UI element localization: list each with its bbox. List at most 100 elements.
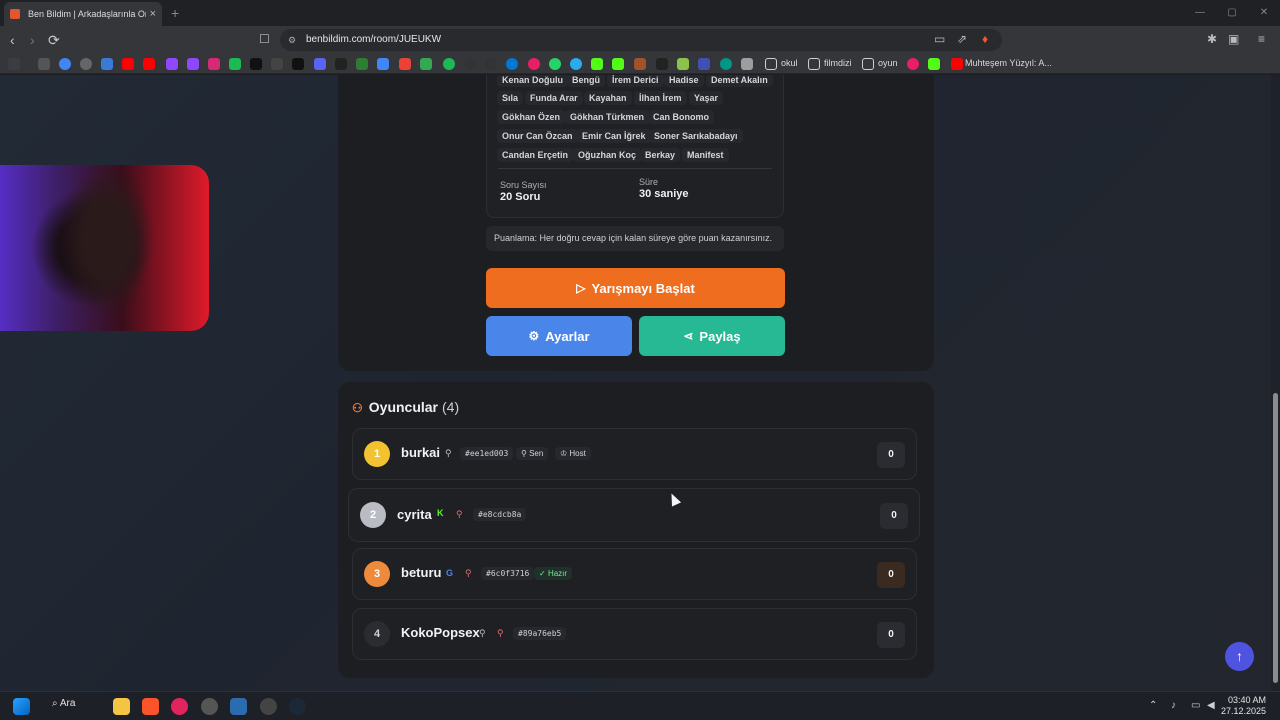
kick-2-icon[interactable] xyxy=(612,58,624,70)
share-button[interactable]: ⋖ Paylaş xyxy=(639,316,785,356)
steam-icon[interactable] xyxy=(289,698,306,715)
youtube-video-icon[interactable] xyxy=(951,58,963,70)
forward-button[interactable]: › xyxy=(30,32,35,48)
player-score: 0 xyxy=(877,622,905,648)
rank-badge: 4 xyxy=(364,621,390,647)
ready-badge-label: Hazır xyxy=(547,569,568,578)
browser-tab[interactable]: Ben Bildim | Arkadaşlarınla Onlin × xyxy=(4,2,162,26)
pink-bookmark-icon[interactable] xyxy=(907,58,919,70)
whatsapp-icon[interactable] xyxy=(549,58,561,70)
menu-icon[interactable]: ≡ xyxy=(1258,32,1265,46)
reload-button[interactable]: ⟳ xyxy=(48,32,60,49)
bookmark-folder-filmdizi[interactable]: filmdizi xyxy=(824,58,852,68)
chatgpt-icon[interactable] xyxy=(80,58,92,70)
bookmark-green-icon[interactable] xyxy=(229,58,241,70)
instagram-icon[interactable] xyxy=(208,58,220,70)
tiktok-icon[interactable] xyxy=(292,58,304,70)
gmail-icon[interactable] xyxy=(399,58,411,70)
minimize-button[interactable]: — xyxy=(1184,0,1216,26)
users-icon: ⚇ xyxy=(352,401,363,415)
github-icon[interactable] xyxy=(464,58,476,70)
sheets-icon[interactable] xyxy=(356,58,368,70)
sidebar-icon[interactable]: ▣ xyxy=(1228,32,1239,46)
extensions-icon[interactable]: ✱ xyxy=(1207,32,1217,46)
add-friend-icon[interactable]: ⚲ xyxy=(497,628,504,639)
add-friend-icon[interactable]: ⚲ xyxy=(465,568,472,579)
teal-app-icon[interactable] xyxy=(720,58,732,70)
diamond-icon[interactable] xyxy=(656,58,668,70)
back-button[interactable]: ‹ xyxy=(10,32,15,48)
player-tag: #89a76eb5 xyxy=(513,627,567,640)
blue-app-icon[interactable] xyxy=(698,58,710,70)
folder-okul-icon[interactable] xyxy=(765,58,777,70)
drive-icon[interactable] xyxy=(420,58,432,70)
bookmark-muhtesem[interactable]: Muhteşem Yüzyıl: A... xyxy=(965,58,1052,68)
new-tab-button[interactable]: + xyxy=(171,5,179,21)
tab-close-icon[interactable]: × xyxy=(150,8,156,20)
windows-start-icon[interactable] xyxy=(13,698,30,715)
google-icon[interactable] xyxy=(59,58,71,70)
capcut-icon[interactable] xyxy=(335,58,347,70)
page-scrollbar[interactable] xyxy=(1271,75,1280,691)
bookmark-folder-okul[interactable]: okul xyxy=(781,58,798,68)
network-icon[interactable]: ▭ xyxy=(1191,700,1200,711)
maximize-button[interactable]: ▢ xyxy=(1216,0,1248,26)
bookmark-icon[interactable]: ☐ xyxy=(259,32,270,46)
translate-icon[interactable] xyxy=(377,58,389,70)
share-page-icon[interactable]: ⇗ xyxy=(957,32,967,46)
bookmark-folder-oyun[interactable]: oyun xyxy=(878,58,898,68)
category-chip: Manifest xyxy=(682,148,729,162)
cast-icon[interactable]: ▭ xyxy=(934,32,945,46)
media-player-icon[interactable] xyxy=(171,698,188,715)
pink-app-icon[interactable] xyxy=(528,58,540,70)
x-twitter-icon[interactable] xyxy=(250,58,262,70)
search-app-icon[interactable] xyxy=(201,698,218,715)
discord-icon[interactable] xyxy=(314,58,326,70)
threads-icon[interactable] xyxy=(271,58,283,70)
photos-icon[interactable] xyxy=(230,698,247,715)
taskbar-search[interactable]: ⌕ Ara xyxy=(52,698,75,709)
edge-icon[interactable] xyxy=(506,58,518,70)
kick-3-icon[interactable] xyxy=(928,58,940,70)
player-row[interactable]: 2 cyrita K ⚲ #e8cdcb8a 0 xyxy=(348,488,920,542)
clock-time: 03:40 AM xyxy=(1227,695,1266,705)
dark-app-icon[interactable] xyxy=(485,58,497,70)
settings-button[interactable]: ⚙ Ayarlar xyxy=(486,316,632,356)
add-friend-icon[interactable]: ⚲ xyxy=(456,509,463,520)
brave-browser-icon[interactable] xyxy=(142,698,159,715)
game-icon[interactable] xyxy=(634,58,646,70)
folder-oyun-icon[interactable] xyxy=(862,58,874,70)
twitch-2-icon[interactable] xyxy=(187,58,199,70)
tray-overflow-icon[interactable]: ⌃ xyxy=(1149,700,1157,711)
chatgpt-app-icon[interactable] xyxy=(260,698,277,715)
start-game-button[interactable]: ▷ Yarışmayı Başlat xyxy=(486,268,785,308)
volume-icon[interactable]: ◀ xyxy=(1207,700,1215,711)
spotify-icon[interactable] xyxy=(443,58,455,70)
player-name: KokoPopsex xyxy=(401,625,480,640)
url-field[interactable]: ⚙ benbildim.com/room/JUEUKW xyxy=(280,29,1002,51)
apps-grid-icon[interactable] xyxy=(8,58,20,70)
puzzle-icon[interactable] xyxy=(677,58,689,70)
photo-app-icon[interactable] xyxy=(741,58,753,70)
category-chip: Kayahan xyxy=(584,91,632,105)
scroll-to-top-button[interactable]: ↑ xyxy=(1225,642,1254,671)
site-info-icon[interactable]: ⚙ xyxy=(288,29,296,51)
brave-favicon-icon xyxy=(10,9,20,19)
history-icon[interactable] xyxy=(38,58,50,70)
taskbar-clock[interactable]: 03:40 AM 27.12.2025 xyxy=(1221,695,1266,717)
gemini-icon[interactable] xyxy=(101,58,113,70)
close-window-button[interactable]: ✕ xyxy=(1248,0,1280,26)
scrollbar-thumb[interactable] xyxy=(1273,393,1278,683)
file-explorer-icon[interactable] xyxy=(113,698,130,715)
youtube-music-icon[interactable] xyxy=(143,58,155,70)
twitch-icon[interactable] xyxy=(166,58,178,70)
player-tag: #ee1ed003 xyxy=(460,447,514,460)
kick-icon[interactable] xyxy=(591,58,603,70)
microphone-icon[interactable]: ♪ xyxy=(1171,700,1176,711)
folder-filmdizi-icon[interactable] xyxy=(808,58,820,70)
brave-shields-icon[interactable]: ♦ xyxy=(982,32,988,46)
telegram-icon[interactable] xyxy=(570,58,582,70)
share-label: Paylaş xyxy=(699,328,741,344)
youtube-icon[interactable] xyxy=(122,58,134,70)
ready-badge: ✓ Hazır xyxy=(534,567,573,580)
